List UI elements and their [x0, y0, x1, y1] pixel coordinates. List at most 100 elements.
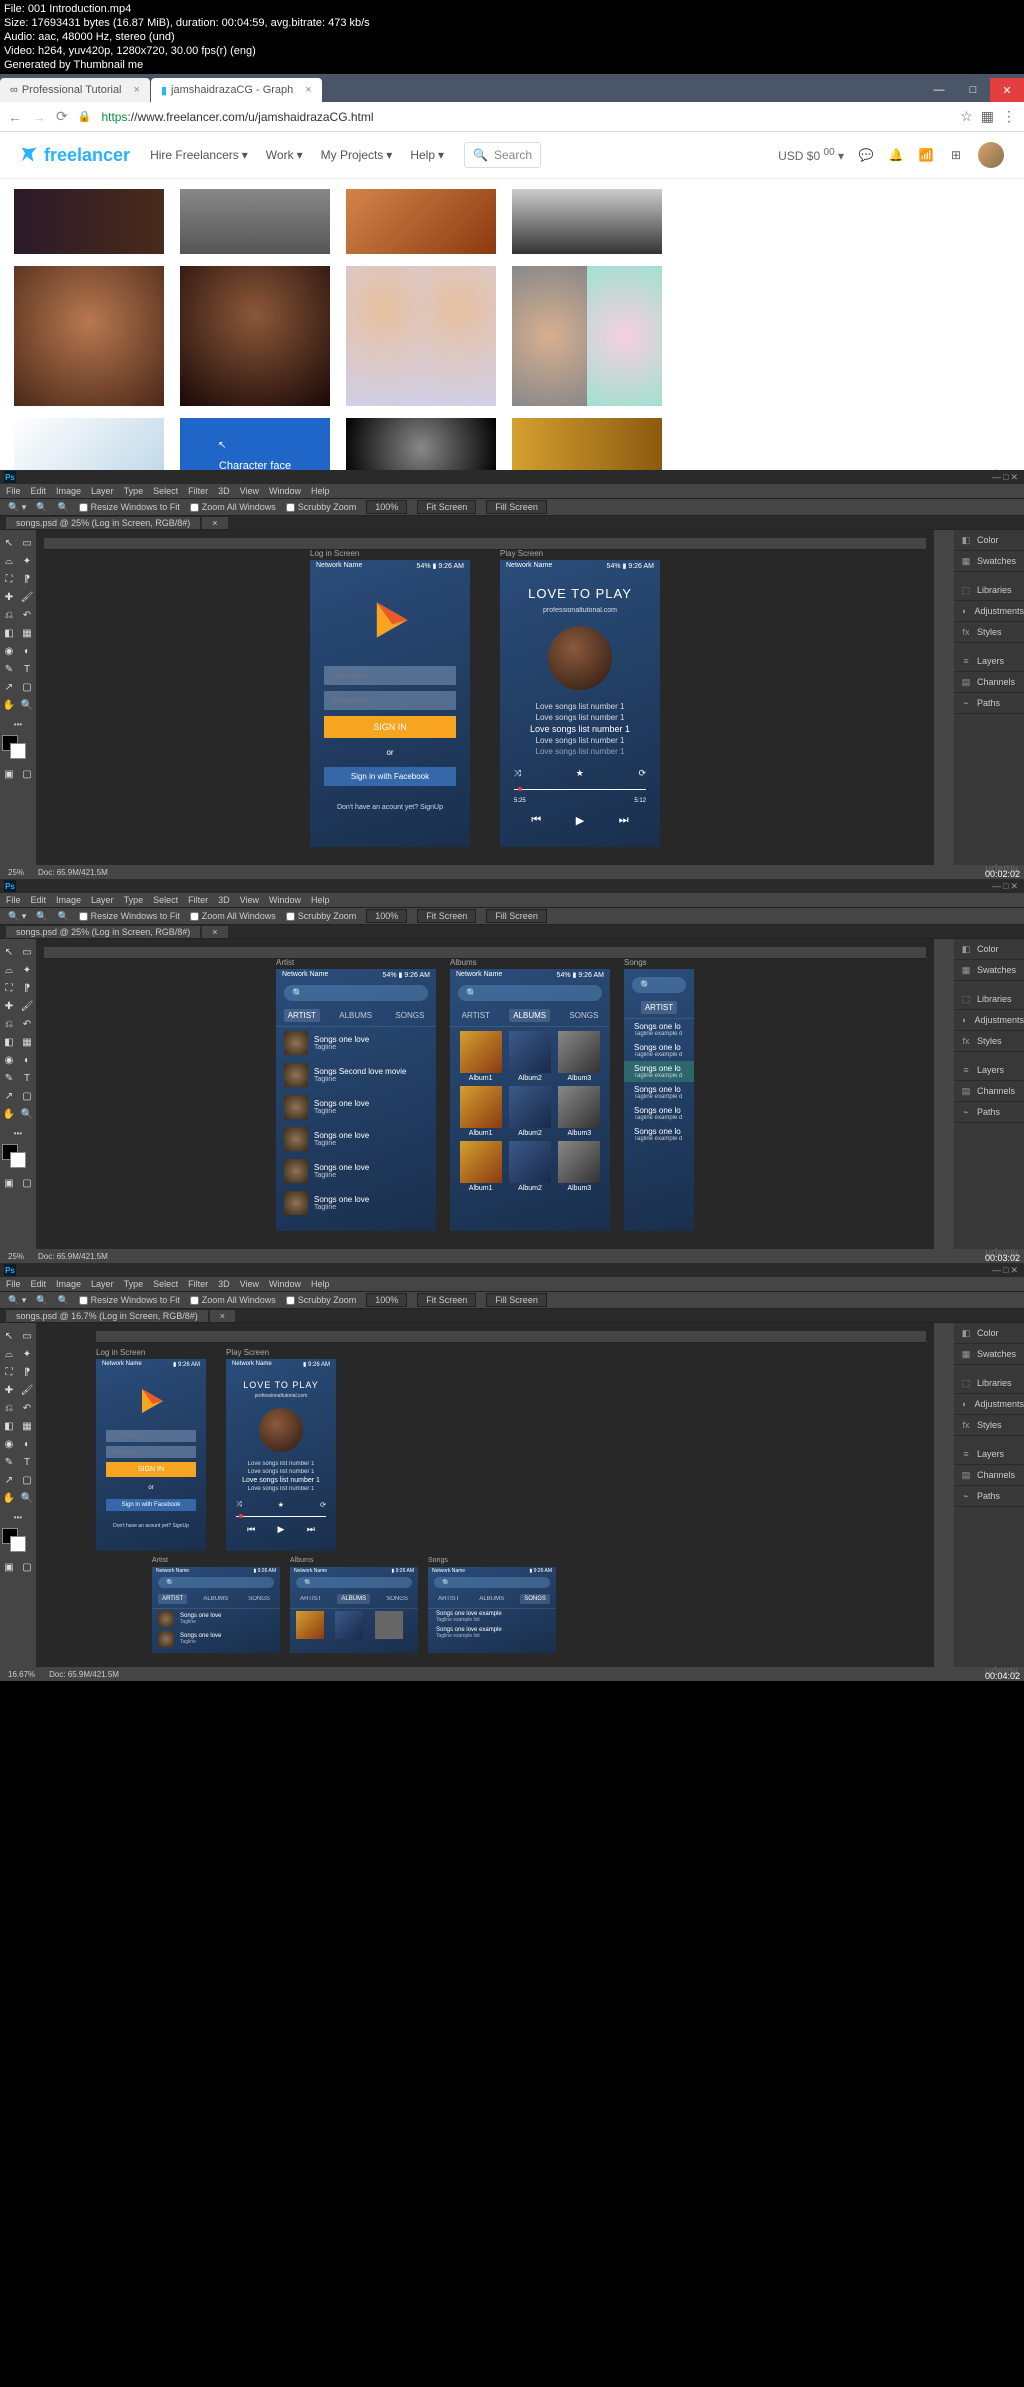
fill-screen-button[interactable]: Fill Screen: [486, 1293, 547, 1307]
menu-type[interactable]: Type: [124, 486, 144, 496]
quickmask-tool[interactable]: ▣: [0, 765, 18, 783]
song-item[interactable]: Love songs list number 1: [514, 747, 646, 756]
username-field[interactable]: [106, 1430, 196, 1442]
list-item[interactable]: Songs one loveTagline: [276, 1155, 436, 1187]
password-field[interactable]: [324, 691, 456, 710]
song-row[interactable]: Songs one loTagline example d: [624, 1040, 694, 1061]
apps-icon[interactable]: ⊞: [948, 147, 964, 163]
menu-file[interactable]: File: [6, 486, 21, 496]
close-button[interactable]: ✕: [1010, 881, 1018, 892]
menu-view[interactable]: View: [240, 895, 259, 905]
panel-swatches[interactable]: ▦Swatches: [954, 960, 1024, 981]
eraser-tool[interactable]: ◧: [0, 624, 18, 642]
search-input[interactable]: 🔍: [632, 977, 686, 993]
extension-icon[interactable]: ▦: [981, 108, 994, 125]
repeat-icon[interactable]: ⟳: [638, 768, 646, 779]
portfolio-item[interactable]: [14, 266, 164, 406]
panel-layers[interactable]: ≡Layers: [954, 651, 1024, 672]
panel-adjustments[interactable]: ◐Adjustments: [954, 601, 1024, 622]
menu-type[interactable]: Type: [124, 1279, 144, 1289]
gradient-tool[interactable]: ▦: [18, 624, 36, 642]
browser-tab-2[interactable]: ▮jamshaidrazaCG - Graph×: [151, 78, 322, 102]
repeat-icon[interactable]: ⟳: [320, 1501, 326, 1509]
portfolio-item[interactable]: [180, 189, 330, 254]
shape-tool[interactable]: ▢: [18, 678, 36, 696]
tab-albums[interactable]: ALBUMS: [335, 1009, 376, 1022]
signin-button[interactable]: SIGN IN: [106, 1462, 196, 1477]
nav-work[interactable]: Work ▾: [266, 148, 303, 162]
panel-layers[interactable]: ≡Layers: [954, 1060, 1024, 1081]
play-icon[interactable]: ▶: [576, 814, 584, 827]
panel-swatches[interactable]: ▦Swatches: [954, 1344, 1024, 1365]
marquee-tool[interactable]: ▭: [18, 534, 36, 552]
prev-icon[interactable]: ⏮: [531, 814, 541, 827]
document-tab[interactable]: songs.psd @ 16.7% (Log in Screen, RGB/8#…: [6, 1310, 208, 1322]
menu-help[interactable]: Help: [311, 895, 330, 905]
facebook-signin-button[interactable]: Sign in with Facebook: [106, 1499, 196, 1511]
panel-libraries[interactable]: ⬚Libraries: [954, 580, 1024, 601]
marquee-tool[interactable]: ▭: [18, 943, 36, 961]
portfolio-item[interactable]: [180, 266, 330, 406]
menu-select[interactable]: Select: [153, 486, 178, 496]
song-item[interactable]: Love songs list number 1: [514, 724, 646, 734]
favorite-icon[interactable]: ★: [576, 768, 584, 779]
menu-window[interactable]: Window: [269, 486, 301, 496]
hand-tool[interactable]: ✋: [0, 696, 18, 714]
menu-help[interactable]: Help: [311, 1279, 330, 1289]
shuffle-icon[interactable]: ⤨: [236, 1501, 242, 1509]
zoom-level[interactable]: 25%: [8, 868, 24, 877]
progress-bar[interactable]: [514, 789, 646, 790]
portfolio-item[interactable]: [14, 189, 164, 254]
tab-artist[interactable]: ARTIST: [284, 1009, 320, 1022]
nav-projects[interactable]: My Projects ▾: [321, 148, 393, 162]
panel-adjustments[interactable]: ◐Adjustments: [954, 1394, 1024, 1415]
menu-image[interactable]: Image: [56, 895, 81, 905]
menu-filter[interactable]: Filter: [188, 895, 208, 905]
menu-3d[interactable]: 3D: [218, 895, 230, 905]
close-icon[interactable]: ×: [134, 84, 140, 96]
zoom-preool-icon[interactable]: 🔍 ▾: [8, 911, 26, 922]
menu-layer[interactable]: Layer: [91, 1279, 114, 1289]
fit-screen-button[interactable]: Fit Screen: [417, 909, 476, 923]
menu-layer[interactable]: Layer: [91, 895, 114, 905]
resize-checkbox[interactable]: Resize Windows to Fit: [79, 502, 180, 512]
forward-button[interactable]: →: [32, 109, 46, 125]
panel-channels[interactable]: ▤Channels: [954, 672, 1024, 693]
portfolio-item[interactable]: [346, 189, 496, 254]
menu-image[interactable]: Image: [56, 486, 81, 496]
move-tool[interactable]: ↖: [0, 534, 18, 552]
wand-tool[interactable]: ✦: [18, 552, 36, 570]
menu-view[interactable]: View: [240, 486, 259, 496]
zoom-level[interactable]: 25%: [8, 1252, 24, 1261]
nav-hire[interactable]: Hire Freelancers ▾: [150, 148, 248, 162]
tab-albums[interactable]: ALBUMS: [509, 1009, 550, 1022]
menu-window[interactable]: Window: [269, 1279, 301, 1289]
zoomall-checkbox[interactable]: Zoom All Windows: [190, 502, 276, 512]
heal-tool[interactable]: ✚: [0, 588, 18, 606]
menu-icon[interactable]: ⋮: [1002, 108, 1016, 125]
panel-swatches[interactable]: ▦Swatches: [954, 551, 1024, 572]
menu-3d[interactable]: 3D: [218, 1279, 230, 1289]
album-item[interactable]: Album2: [507, 1031, 552, 1082]
album-item[interactable]: Album3: [557, 1086, 602, 1137]
move-tool[interactable]: ↖: [0, 1327, 18, 1345]
menu-select[interactable]: Select: [153, 1279, 178, 1289]
maximize-button[interactable]: □: [956, 78, 990, 102]
restore-button[interactable]: □: [1003, 1265, 1008, 1276]
currency-selector[interactable]: USD $0 00 ▾: [778, 147, 844, 163]
freelancer-logo[interactable]: freelancer: [20, 145, 130, 166]
zoom-tool-icon[interactable]: 🔍 ▾: [8, 502, 26, 513]
list-item[interactable]: Songs one loveTagline: [276, 1027, 436, 1059]
panel-styles[interactable]: fxStyles: [954, 622, 1024, 643]
document-tab[interactable]: songs.psd @ 25% (Log in Screen, RGB/8#): [6, 926, 200, 938]
menu-file[interactable]: File: [6, 1279, 21, 1289]
album-item[interactable]: Album2: [507, 1141, 552, 1192]
search-input[interactable]: 🔍 Search: [464, 142, 541, 168]
list-item[interactable]: Songs one loveTagline: [276, 1187, 436, 1219]
song-row[interactable]: Songs one loTagline example d: [624, 1124, 694, 1145]
menu-edit[interactable]: Edit: [31, 895, 47, 905]
zoom-in-icon[interactable]: 🔍: [36, 502, 47, 513]
chat-icon[interactable]: 💬: [858, 147, 874, 163]
panel-styles[interactable]: fxStyles: [954, 1415, 1024, 1436]
zoom-tool[interactable]: 🔍: [18, 696, 36, 714]
